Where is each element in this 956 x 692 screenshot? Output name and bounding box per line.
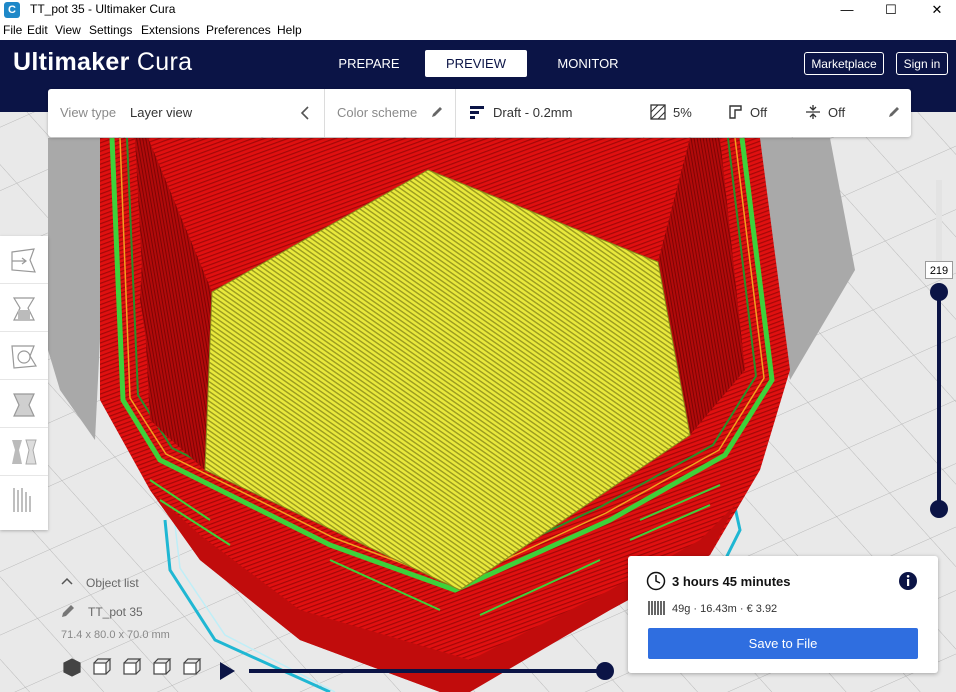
menu-bar: File Edit View Settings Extensions Prefe… [0,20,956,40]
layer-slider-upper-track [936,180,942,268]
view-type-selector[interactable]: View type Layer view [48,89,325,137]
print-info-panel: 3 hours 45 minutes 49g · 16.43m · € 3.92… [628,556,938,673]
menu-settings[interactable]: Settings [89,23,132,37]
per-model-settings-button[interactable] [0,428,48,476]
color-scheme-selector[interactable]: Color scheme [325,89,456,137]
chevron-left-icon [300,106,309,120]
window-title: TT_pot 35 - Ultimaker Cura [30,2,176,16]
view-type-value: Layer view [130,105,193,120]
tool-strip [0,236,48,530]
playback-slider-handle[interactable] [596,662,614,680]
object-list-toggle[interactable]: Object list [86,576,139,590]
close-button[interactable]: ✕ [914,0,956,20]
scale-tool-button[interactable] [0,284,48,332]
rotate-icon [11,345,38,369]
adhesion-value: Off [828,105,846,120]
maximize-button[interactable]: ☐ [868,0,914,20]
minimize-button[interactable]: — [824,0,870,20]
layer-slider-range[interactable] [937,292,941,509]
current-layer-number[interactable]: 219 [925,261,953,279]
save-to-file-button[interactable]: Save to File [648,628,918,659]
color-scheme-label: Color scheme [337,105,418,120]
marketplace-button[interactable]: Marketplace [804,52,884,75]
mirror-tool-button[interactable] [0,380,48,428]
pencil-icon [62,605,74,617]
rotate-tool-button[interactable] [0,332,48,380]
support-blocker-button[interactable] [0,476,48,524]
infill-value: 5% [673,105,692,120]
profile-value: Draft - 0.2mm [493,105,573,120]
chevron-up-icon[interactable] [61,576,73,586]
menu-file[interactable]: File [3,23,22,37]
menu-view[interactable]: View [55,23,81,37]
sign-in-button[interactable]: Sign in [896,52,948,75]
object-dimensions: 71.4 x 80.0 x 70.0 mm [61,629,170,641]
print-settings-selector[interactable]: Draft - 0.2mm 5% Off Off [456,89,911,137]
tab-prepare[interactable]: PREPARE [330,50,408,77]
pencil-icon [432,107,442,117]
layer-slider-upper-handle[interactable] [930,283,948,301]
support-blocker-icon [13,488,31,512]
infill-icon [650,104,666,120]
per-model-settings-icon [12,439,37,465]
scale-icon [12,297,36,321]
move-icon [11,248,36,273]
menu-extensions[interactable]: Extensions [141,23,200,37]
ultimaker-cura-logo: Ultimaker Cura [13,48,193,76]
playback-slider-track[interactable] [249,669,605,673]
material-estimate: 49g · 16.43m · € 3.92 [672,603,778,615]
pencil-icon [889,107,899,117]
tab-monitor[interactable]: MONITOR [548,50,628,77]
adhesion-icon [806,105,820,119]
cura-app-icon: C [4,2,20,18]
menu-help[interactable]: Help [277,23,302,37]
window-titlebar: C TT_pot 35 - Ultimaker Cura — ☐ ✕ [0,0,956,20]
move-tool-button[interactable] [0,236,48,284]
print-time: 3 hours 45 minutes [672,574,791,589]
object-name[interactable]: TT_pot 35 [88,605,143,619]
support-value: Off [750,105,768,120]
filament-spool-icon [648,601,665,615]
clock-icon [646,571,666,591]
profile-icon [470,106,484,119]
info-icon[interactable] [898,571,918,591]
layer-slider-lower-handle[interactable] [930,500,948,518]
tab-preview[interactable]: PREVIEW [425,50,527,77]
menu-edit[interactable]: Edit [27,23,48,37]
view-type-label: View type [60,105,117,120]
view-settings-toolbar: View type Layer view Color scheme Draft … [48,89,911,137]
view-3d-icon[interactable] [63,658,81,677]
menu-preferences[interactable]: Preferences [206,23,271,37]
support-icon [729,105,742,119]
mirror-icon [13,393,35,417]
